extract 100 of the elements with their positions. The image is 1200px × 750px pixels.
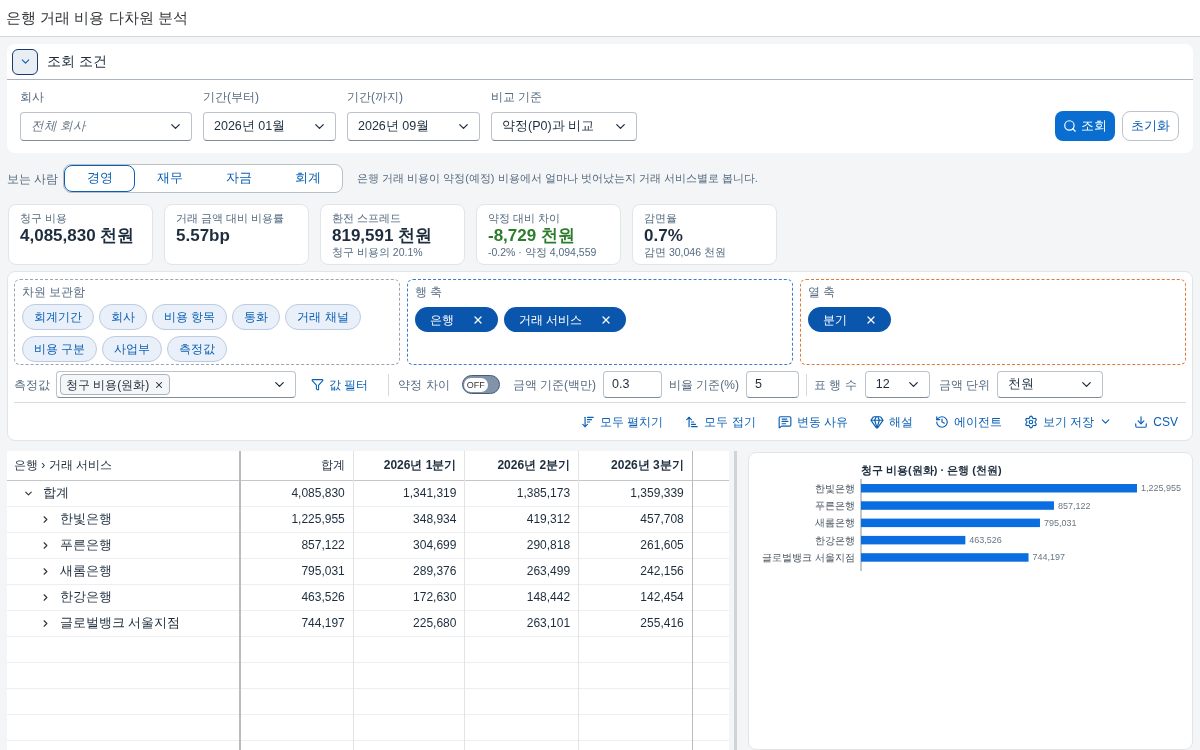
value-label: 1,225,955 <box>1141 483 1182 494</box>
agent-button[interactable]: 에이전트 <box>934 412 1002 431</box>
viewer-tab[interactable]: 경영 <box>64 165 135 192</box>
box-title: 행 축 <box>415 284 444 301</box>
field-label: 비교 기준 <box>491 89 544 106</box>
chart-title: 청구 비용(원화) · 은행 (천원) <box>861 464 1002 476</box>
table-cell: 744,197 <box>239 610 354 636</box>
row-label: 한강은행 <box>60 588 112 606</box>
field-label: 표 행 수 <box>814 376 857 394</box>
sort-up-icon <box>685 414 700 429</box>
viewer-tab[interactable]: 자금 <box>204 165 273 192</box>
gear-icon <box>1023 414 1038 429</box>
amount-input[interactable]: 0.3 <box>603 371 662 398</box>
kpi-value: 819,591 천원 <box>332 225 434 246</box>
column-header[interactable]: 2026년 2분기 <box>464 451 579 480</box>
table-cell: 148,442 <box>464 584 579 610</box>
row-label: 새롬은행 <box>60 562 112 580</box>
measure-select[interactable]: 청구 비용(원화) <box>56 371 296 398</box>
axis-chip[interactable]: 거래 서비스 <box>504 307 627 332</box>
table-cell: 304,699 <box>353 532 465 558</box>
field-label: 금액 기준(백만) <box>512 376 596 394</box>
category-label: 글로벌뱅크 서울지점 <box>762 551 855 563</box>
measure-token[interactable]: 청구 비용(원화) <box>60 374 171 395</box>
select-field[interactable]: 전체 회사 <box>20 112 192 141</box>
row-label: 글로벌뱅크 서울지점 <box>60 614 181 632</box>
axis-chip[interactable]: 은행 <box>415 307 498 332</box>
value-label: 463,526 <box>969 535 1002 546</box>
viewer-tab[interactable]: 회계 <box>273 165 342 192</box>
dimension-chip[interactable]: 비용 항목 <box>152 304 228 330</box>
table-cell: 348,934 <box>353 506 465 532</box>
dimension-chip[interactable]: 거래 채널 <box>285 304 361 330</box>
close-icon[interactable] <box>154 379 165 390</box>
table-cell: 261,605 <box>578 532 693 558</box>
kpi-label: 감면율 <box>644 212 678 225</box>
select-field[interactable]: 12 <box>864 371 930 398</box>
ratio-input[interactable]: 5 <box>746 371 799 398</box>
table-cell: 225,680 <box>353 610 465 636</box>
expand-button[interactable]: 모두 펼치기 <box>580 412 664 431</box>
kpi-value: 0.7% <box>644 225 684 246</box>
dimension-chip[interactable]: 회계기간 <box>22 304 94 330</box>
kpi-label: 약정 대비 차이 <box>488 212 562 225</box>
comment-button[interactable]: 변동 사유 <box>777 412 848 431</box>
download-button[interactable]: CSV <box>1134 412 1178 431</box>
viewer-label: 보는 사람 <box>7 170 60 188</box>
category-label: 한강은행 <box>815 534 855 546</box>
collapse-button[interactable]: 모두 접기 <box>685 412 756 431</box>
kpi-label: 환전 스프레드 <box>332 212 403 225</box>
kpi-value: -8,729 천원 <box>488 225 576 246</box>
kpi-subtext: 청구 비용의 20.1% <box>332 246 424 259</box>
kpi-label: 거래 금액 대비 비용률 <box>176 212 286 225</box>
row-label: 한빛은행 <box>60 510 112 528</box>
table-cell: 142,454 <box>578 584 693 610</box>
column-header[interactable]: 은행 › 거래 서비스 <box>7 451 240 480</box>
table-cell: 1,225,955 <box>239 506 354 532</box>
category-label: 푸른은행 <box>815 500 855 512</box>
viewer-tab[interactable]: 재무 <box>135 165 204 192</box>
table-cell: 289,376 <box>353 558 465 584</box>
field-label: 약정 차이 <box>398 376 450 394</box>
table-cell: 255,416 <box>578 610 693 636</box>
save-button[interactable]: 보기 저장 <box>1023 412 1113 431</box>
column-header[interactable]: 2026년 3분기 <box>578 451 693 480</box>
select-field[interactable]: 약정(P0)과 비교 <box>491 112 637 141</box>
select-field[interactable]: 2026년 09월 <box>347 112 480 141</box>
category-label: 새롬은행 <box>815 517 855 529</box>
select-field[interactable]: 천원 <box>997 371 1104 398</box>
page-title: 은행 거래 비용 다차원 분석 <box>6 7 188 28</box>
search-button[interactable]: 조회 <box>1055 111 1115 141</box>
row-label: 합계 <box>43 484 69 502</box>
axis-chip[interactable]: 분기 <box>808 307 891 332</box>
collapse-toggle[interactable] <box>12 48 38 75</box>
dimension-chip[interactable]: 사업부 <box>102 336 163 362</box>
field-label: 기간(까지) <box>347 89 404 106</box>
kpi-subtext: -0.2% · 약정 4,094,559 <box>488 246 598 259</box>
dimension-chip[interactable]: 비용 구분 <box>22 336 98 362</box>
diamond-icon <box>869 414 884 429</box>
column-header[interactable]: 합계 <box>239 451 354 480</box>
table-cell: 1,359,339 <box>578 480 693 506</box>
table-cell: 457,708 <box>578 506 693 532</box>
history-icon <box>934 414 949 429</box>
kpi-value: 4,085,830 천원 <box>20 225 136 246</box>
row-label: 푸른은행 <box>60 536 112 554</box>
table-cell: 419,312 <box>464 506 579 532</box>
funnel-icon <box>311 378 324 391</box>
dimension-chip[interactable]: 통화 <box>232 304 281 330</box>
dimension-chip[interactable]: 측정값 <box>167 336 228 362</box>
table-cell: 795,031 <box>239 558 354 584</box>
kpi-subtext: 감면 30,046 천원 <box>644 246 727 259</box>
select-field[interactable]: 2026년 01월 <box>203 112 336 141</box>
kpi-label: 청구 비용 <box>20 212 69 225</box>
reset-button[interactable]: 초기화 <box>1122 111 1179 141</box>
insight-button[interactable]: 해설 <box>869 412 913 431</box>
table-cell: 172,630 <box>353 584 465 610</box>
table-cell: 263,499 <box>464 558 579 584</box>
column-header[interactable]: 2026년 1분기 <box>353 451 465 480</box>
value-label: 857,122 <box>1057 500 1091 511</box>
value-label: 795,031 <box>1044 517 1077 528</box>
dimension-chip[interactable]: 회사 <box>99 304 147 330</box>
toggle-switch[interactable]: OFF <box>461 375 500 394</box>
field-label: 금액 단위 <box>938 376 991 394</box>
value-filter-button[interactable]: 값 필터 <box>311 375 369 394</box>
